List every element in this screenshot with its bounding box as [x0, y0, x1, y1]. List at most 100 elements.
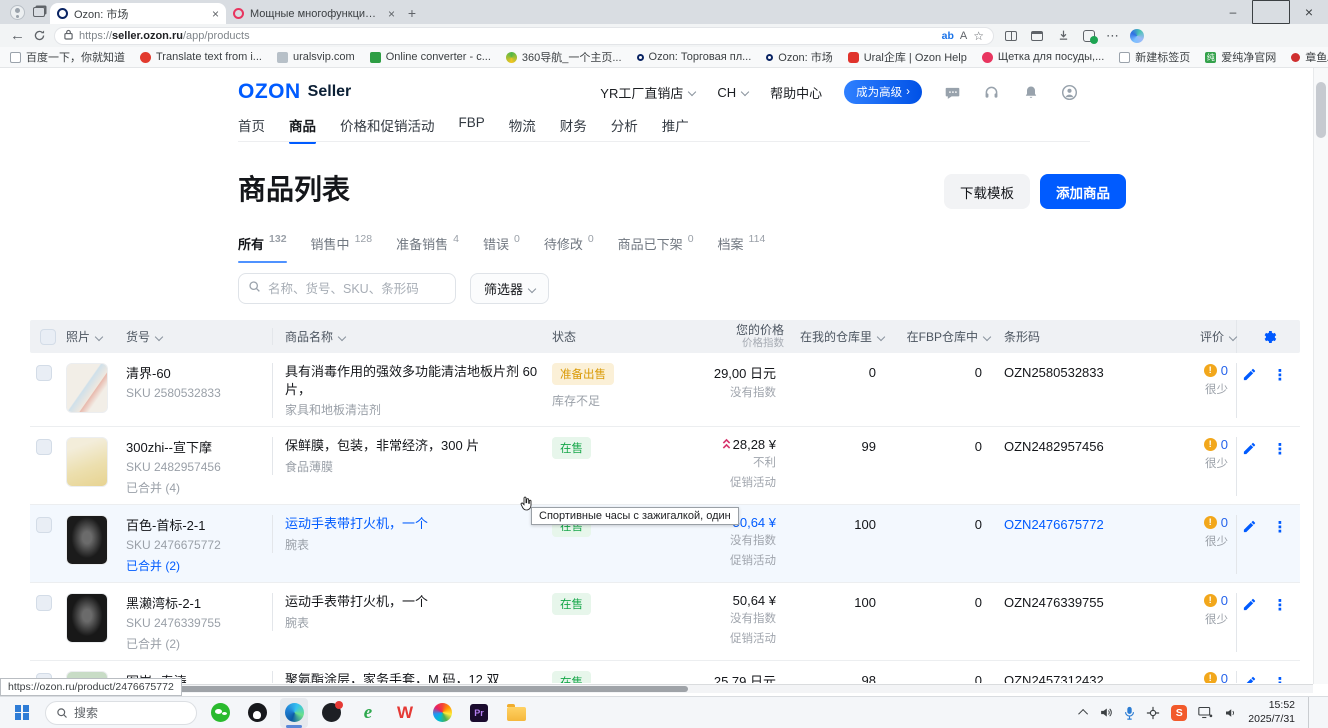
select-all-checkbox[interactable]	[40, 329, 56, 345]
edit-button[interactable]	[1242, 367, 1257, 385]
edit-button[interactable]	[1242, 519, 1257, 537]
display-icon[interactable]	[1198, 706, 1213, 719]
minimize-button[interactable]: –	[1214, 0, 1252, 24]
product-name-link[interactable]: 运动手表带打火机，一个	[285, 515, 544, 533]
store-selector[interactable]: YR工厂直销店	[600, 83, 695, 102]
favorite-star-icon[interactable]: ☆	[973, 29, 984, 43]
rating-value[interactable]: 0	[1221, 515, 1228, 530]
browser-menu-icon[interactable]: ⋯	[1106, 28, 1120, 44]
nav-finance[interactable]: 财务	[560, 115, 587, 144]
back-icon[interactable]: ←	[10, 27, 25, 44]
rating-value[interactable]: 0	[1221, 437, 1228, 452]
color-wheel-app-icon[interactable]	[428, 698, 456, 728]
collections-icon[interactable]	[1028, 27, 1046, 45]
row-menu-button[interactable]: ⋮	[1273, 441, 1288, 457]
wechat-icon[interactable]	[206, 698, 234, 728]
tab-archive[interactable]: 档案114	[718, 234, 766, 263]
product-photo[interactable]	[66, 515, 108, 565]
start-button[interactable]	[8, 698, 36, 728]
tab-unlisted[interactable]: 商品已下架0	[618, 234, 694, 263]
microphone-icon[interactable]	[1124, 706, 1135, 720]
maximize-button[interactable]	[1252, 0, 1290, 24]
horizontal-scrollbar[interactable]	[0, 684, 1313, 693]
workspaces-icon[interactable]	[28, 1, 50, 23]
account-icon[interactable]	[1061, 84, 1078, 101]
bookmark-item[interactable]: 百度一下，你就知道	[10, 49, 125, 65]
tab-close-icon[interactable]: ×	[388, 7, 395, 21]
col-name[interactable]: 商品名称	[272, 328, 552, 345]
bookmark-item[interactable]: 360导航_一个主页...	[506, 49, 622, 65]
nav-home[interactable]: 首页	[238, 115, 265, 144]
nav-analytics[interactable]: 分析	[611, 115, 638, 144]
bookmark-item[interactable]: uralsvip.com	[277, 51, 355, 63]
premium-button[interactable]: 成为高级›	[844, 80, 922, 104]
rating-value[interactable]: 0	[1221, 593, 1228, 608]
search-input[interactable]	[268, 282, 446, 296]
tab-close-icon[interactable]: ×	[212, 7, 219, 21]
col-rating[interactable]: 评价	[1150, 328, 1236, 345]
file-explorer-icon[interactable]	[502, 698, 530, 728]
row-menu-button[interactable]: ⋮	[1273, 519, 1288, 535]
support-headset-icon[interactable]	[983, 84, 1000, 101]
address-bar[interactable]: https://seller.ozon.ru/app/products ab A…	[54, 27, 994, 45]
product-name[interactable]: 聚氨酯涂层，家务手套，M 码，12 双	[285, 671, 544, 683]
refresh-icon[interactable]	[33, 29, 46, 42]
taskbar-search[interactable]: 搜索	[45, 701, 197, 725]
ozon-logo[interactable]: OZON	[238, 80, 301, 104]
extension-icon[interactable]	[1080, 27, 1098, 45]
nav-fbp[interactable]: FBP	[459, 115, 485, 144]
bookmark-item[interactable]: 新建标签页	[1119, 49, 1190, 65]
rating-value[interactable]: 0	[1221, 671, 1228, 683]
bookmark-item[interactable]: 章鱼AI	[1291, 49, 1328, 65]
vertical-scrollbar[interactable]	[1313, 68, 1328, 684]
wps-icon[interactable]: W	[391, 698, 419, 728]
product-photo[interactable]	[66, 593, 108, 643]
nav-products[interactable]: 商品	[289, 115, 316, 144]
edit-button[interactable]	[1242, 675, 1257, 683]
music-app-icon[interactable]	[317, 698, 345, 728]
table-row[interactable]: 清界-60 SKU 2580532833 具有消毒作用的强效多功能清洁地板片剂 …	[30, 353, 1300, 427]
edit-button[interactable]	[1242, 441, 1257, 459]
col-photo[interactable]: 照片	[66, 328, 126, 345]
browser-tab-inactive[interactable]: Мощные многофункциональнь ×	[226, 3, 402, 24]
filters-button[interactable]: 筛选器	[470, 273, 549, 304]
bookmark-item[interactable]: 纯爱纯净官网	[1205, 49, 1276, 65]
product-photo[interactable]	[66, 437, 108, 487]
vertical-scrollbar-thumb[interactable]	[1316, 82, 1326, 138]
bookmark-item[interactable]: Ural企库 | Ozon Help	[848, 49, 967, 65]
volume-icon[interactable]	[1099, 706, 1113, 719]
table-row[interactable]: 图岑--寿涛 SKU 2457312432 已合并 (3) 聚氨酯涂层，家务手套…	[30, 661, 1300, 683]
download-template-button[interactable]: 下载模板	[944, 174, 1030, 209]
product-name[interactable]: 运动手表带打火机，一个	[285, 593, 544, 611]
row-checkbox[interactable]	[36, 439, 52, 455]
merged-link[interactable]: 已合并 (2)	[126, 557, 264, 574]
tab-ready[interactable]: 准备销售4	[396, 234, 459, 263]
translate-icon[interactable]: ab	[942, 30, 954, 42]
tray-expand-icon[interactable]	[1081, 709, 1088, 716]
nav-logistics[interactable]: 物流	[509, 115, 536, 144]
read-aloud-icon[interactable]: A	[960, 30, 967, 42]
row-menu-button[interactable]: ⋮	[1273, 597, 1288, 613]
table-settings[interactable]	[1236, 320, 1300, 353]
speaker-icon[interactable]	[1224, 707, 1237, 719]
tab-to-fix[interactable]: 待修改0	[544, 234, 594, 263]
chat-icon[interactable]	[944, 84, 961, 101]
col-stock[interactable]: 在我的仓库里	[784, 328, 884, 345]
split-screen-icon[interactable]	[1002, 27, 1020, 45]
notifications-bell-icon[interactable]	[1022, 84, 1039, 101]
premiere-icon[interactable]: Pr	[465, 698, 493, 728]
product-photo[interactable]	[66, 363, 108, 413]
barcode-link[interactable]: OZN2476675772	[990, 515, 1150, 532]
bookmark-item[interactable]: Ozon: 市场	[766, 49, 832, 65]
copilot-icon[interactable]	[1128, 27, 1146, 45]
bookmark-item[interactable]: Ozon: Торговая пл...	[637, 51, 752, 63]
remote-control-icon[interactable]	[1146, 706, 1160, 720]
tab-errors[interactable]: 错误0	[483, 234, 520, 263]
ie-browser-icon[interactable]: e	[354, 698, 382, 728]
language-selector[interactable]: CH	[717, 85, 748, 100]
qq-icon[interactable]	[243, 698, 271, 728]
product-name[interactable]: 具有消毒作用的强效多功能清洁地板片剂 60 片，	[285, 363, 544, 398]
col-fbp[interactable]: 在FBP仓库中	[884, 328, 990, 345]
new-tab-button[interactable]: +	[402, 3, 422, 23]
table-row[interactable]: 黑濑湾标-2-1 SKU 2476339755 已合并 (2) 运动手表带打火机…	[30, 583, 1300, 661]
